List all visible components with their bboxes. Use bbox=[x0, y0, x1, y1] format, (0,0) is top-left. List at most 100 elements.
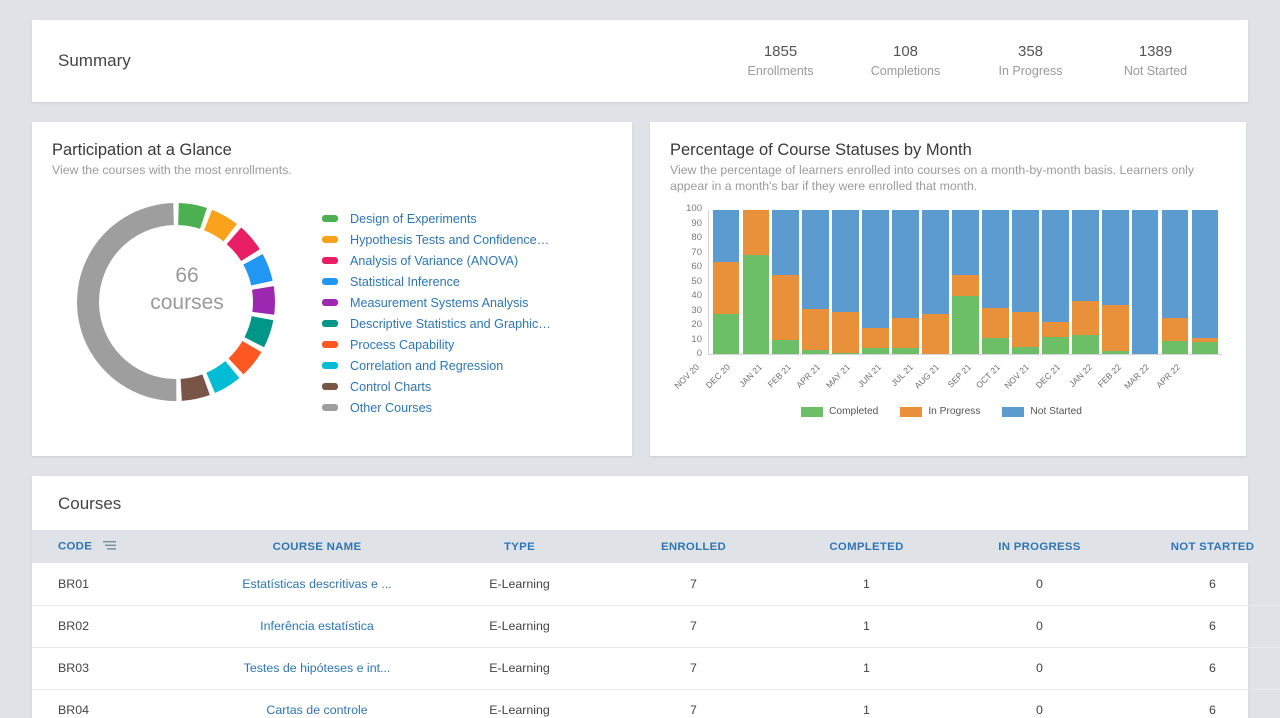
bar-segment[interactable] bbox=[713, 262, 740, 314]
donut-legend-label[interactable]: Correlation and Regression bbox=[350, 359, 503, 373]
donut-segment[interactable] bbox=[204, 210, 237, 241]
bar-segment[interactable] bbox=[1162, 318, 1189, 341]
bar-column[interactable] bbox=[982, 210, 1009, 354]
donut-segment[interactable] bbox=[227, 228, 260, 261]
table-row[interactable]: BR02Inferência estatísticaE-Learning7106 bbox=[32, 605, 1280, 647]
donut-legend-item[interactable]: Hypothesis Tests and Confidence… bbox=[322, 229, 551, 250]
donut-legend-item[interactable]: Correlation and Regression bbox=[322, 355, 551, 376]
bar-column[interactable] bbox=[1102, 210, 1129, 354]
bar-segment[interactable] bbox=[1192, 342, 1219, 354]
bar-segment[interactable] bbox=[1012, 347, 1039, 354]
donut-legend-item[interactable]: Control Charts bbox=[322, 376, 551, 397]
bar-legend-item[interactable]: Not Started bbox=[1002, 406, 1082, 417]
column-header-course-name[interactable]: COURSE NAME bbox=[202, 530, 432, 563]
bar-segment[interactable] bbox=[862, 328, 889, 348]
bar-segment[interactable] bbox=[832, 312, 859, 352]
donut-legend-label[interactable]: Measurement Systems Analysis bbox=[350, 296, 528, 310]
donut-legend-item[interactable]: Analysis of Variance (ANOVA) bbox=[322, 250, 551, 271]
bar-column[interactable] bbox=[952, 210, 979, 354]
bar-segment[interactable] bbox=[952, 296, 979, 354]
column-header-code[interactable]: CODE bbox=[32, 530, 202, 563]
column-header-in-progress[interactable]: IN PROGRESS bbox=[953, 530, 1126, 563]
bar-segment[interactable] bbox=[802, 350, 829, 354]
bar-segment[interactable] bbox=[772, 210, 799, 275]
donut-legend-label[interactable]: Hypothesis Tests and Confidence… bbox=[350, 233, 549, 247]
bar-column[interactable] bbox=[772, 210, 799, 354]
donut-legend-item[interactable]: Other Courses bbox=[322, 397, 551, 418]
donut-legend-label[interactable]: Control Charts bbox=[350, 380, 431, 394]
donut-legend-label[interactable]: Descriptive Statistics and Graphic… bbox=[350, 317, 551, 331]
bar-segment[interactable] bbox=[952, 275, 979, 297]
donut-legend-item[interactable]: Descriptive Statistics and Graphic… bbox=[322, 313, 551, 334]
bar-column[interactable] bbox=[832, 210, 859, 354]
bar-column[interactable] bbox=[713, 210, 740, 354]
bar-segment[interactable] bbox=[832, 353, 859, 354]
bar-segment[interactable] bbox=[922, 314, 949, 354]
bar-segment[interactable] bbox=[982, 210, 1009, 308]
bar-column[interactable] bbox=[1012, 210, 1039, 354]
bar-segment[interactable] bbox=[802, 309, 829, 349]
cell-course-name[interactable]: Inferência estatística bbox=[202, 605, 432, 647]
bar-segment[interactable] bbox=[713, 314, 740, 354]
donut-segment[interactable] bbox=[206, 361, 239, 393]
bar-segment[interactable] bbox=[892, 210, 919, 318]
table-row[interactable]: BR01Estatísticas descritivas e ...E-Lear… bbox=[32, 563, 1280, 605]
bar-segment[interactable] bbox=[982, 308, 1009, 338]
bar-segment[interactable] bbox=[772, 340, 799, 354]
bar-legend-item[interactable]: Completed bbox=[801, 406, 878, 417]
donut-legend-label[interactable]: Statistical Inference bbox=[350, 275, 460, 289]
donut-segment[interactable] bbox=[181, 374, 210, 400]
column-header-completed[interactable]: COMPLETED bbox=[780, 530, 953, 563]
bar-segment[interactable] bbox=[1072, 210, 1099, 301]
bar-segment[interactable] bbox=[802, 210, 829, 309]
donut-legend-item[interactable]: Process Capability bbox=[322, 334, 551, 355]
bar-segment[interactable] bbox=[1102, 210, 1129, 305]
bar-segment[interactable] bbox=[1162, 341, 1189, 354]
bar-segment[interactable] bbox=[982, 338, 1009, 354]
bar-segment[interactable] bbox=[1012, 210, 1039, 312]
column-header-enrolled[interactable]: ENROLLED bbox=[607, 530, 780, 563]
column-header-not-started[interactable]: NOT STARTED bbox=[1126, 530, 1280, 563]
bar-segment[interactable] bbox=[1102, 351, 1129, 354]
bar-segment[interactable] bbox=[743, 255, 770, 354]
donut-legend-item[interactable]: Statistical Inference bbox=[322, 271, 551, 292]
bar-segment[interactable] bbox=[892, 318, 919, 348]
bar-segment[interactable] bbox=[1042, 322, 1069, 336]
cell-course-name[interactable]: Estatísticas descritivas e ... bbox=[202, 563, 432, 605]
bar-column[interactable] bbox=[922, 210, 949, 354]
bar-segment[interactable] bbox=[832, 210, 859, 312]
bar-column[interactable] bbox=[1162, 210, 1189, 354]
bar-segment[interactable] bbox=[1102, 305, 1129, 351]
donut-legend-label[interactable]: Process Capability bbox=[350, 338, 454, 352]
bar-segment[interactable] bbox=[1072, 301, 1099, 336]
table-row[interactable]: BR03Testes de hipóteses e int...E-Learni… bbox=[32, 647, 1280, 689]
donut-legend-label[interactable]: Design of Experiments bbox=[350, 212, 477, 226]
column-header-type[interactable]: TYPE bbox=[432, 530, 607, 563]
bar-column[interactable] bbox=[892, 210, 919, 354]
donut-segment[interactable] bbox=[178, 203, 207, 229]
bar-legend-item[interactable]: In Progress bbox=[900, 406, 980, 417]
bar-segment[interactable] bbox=[862, 348, 889, 354]
donut-legend-item[interactable]: Measurement Systems Analysis bbox=[322, 292, 551, 313]
bar-column[interactable] bbox=[743, 210, 770, 354]
bar-segment[interactable] bbox=[1192, 210, 1219, 338]
bar-segment[interactable] bbox=[862, 210, 889, 328]
donut-legend-label[interactable]: Other Courses bbox=[350, 401, 432, 415]
bar-segment[interactable] bbox=[1012, 312, 1039, 347]
donut-legend-label[interactable]: Analysis of Variance (ANOVA) bbox=[350, 254, 518, 268]
bar-segment[interactable] bbox=[1072, 335, 1099, 354]
bar-column[interactable] bbox=[1072, 210, 1099, 354]
bar-segment[interactable] bbox=[1042, 210, 1069, 322]
bar-column[interactable] bbox=[802, 210, 829, 354]
donut-segment[interactable] bbox=[229, 341, 262, 374]
donut-segment[interactable] bbox=[244, 316, 273, 347]
bar-segment[interactable] bbox=[922, 210, 949, 314]
bar-segment[interactable] bbox=[713, 210, 740, 262]
cell-course-name[interactable]: Testes de hipóteses e int... bbox=[202, 647, 432, 689]
bar-column[interactable] bbox=[1042, 210, 1069, 354]
bar-column[interactable] bbox=[1192, 210, 1219, 354]
bar-segment[interactable] bbox=[743, 210, 770, 255]
bar-segment[interactable] bbox=[1132, 210, 1159, 354]
bar-column[interactable] bbox=[1132, 210, 1159, 354]
cell-course-name[interactable]: Cartas de controle bbox=[202, 689, 432, 718]
